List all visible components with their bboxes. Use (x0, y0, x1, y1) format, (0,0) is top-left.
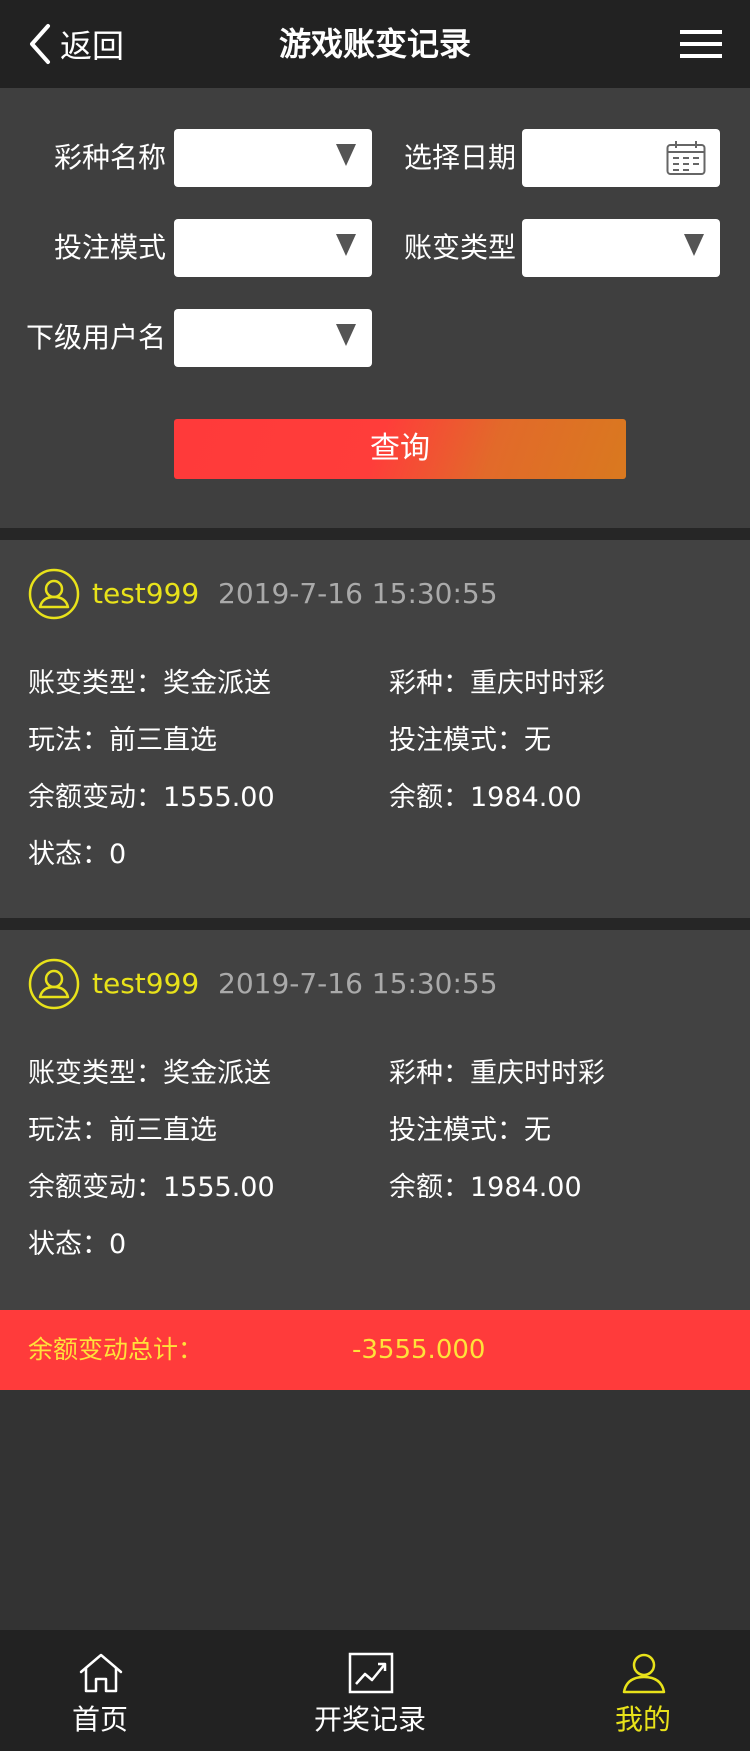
record-card: test999 2019-7-16 15:30:55 账变类型：奖金派送 彩种：… (0, 540, 750, 918)
record-card: test999 2019-7-16 15:30:55 账变类型：奖金派送 彩种：… (0, 930, 750, 1310)
divider (0, 528, 750, 540)
menu-icon[interactable] (680, 28, 722, 60)
tab-mine-label: 我的 (614, 1703, 671, 1736)
lottery-name-label: 彩种名称 (53, 141, 166, 174)
dropdown-arrow-icon (684, 234, 704, 256)
tab-mine[interactable]: 我的 (543, 1630, 743, 1751)
record-status: 状态：0 (28, 1229, 127, 1260)
record-change-type: 账变类型：奖金派送 (28, 668, 271, 699)
tab-home-label: 首页 (71, 1703, 128, 1736)
date-label: 选择日期 (403, 141, 516, 174)
record-bet-mode: 投注模式：无 (389, 725, 551, 756)
bet-mode-label: 投注模式 (53, 231, 166, 264)
page-title: 游戏账变记录 (278, 25, 471, 63)
record-balance-change: 余额变动：1555.00 (28, 782, 275, 813)
calendar-icon (666, 141, 706, 175)
record-play: 玩法：前三直选 (28, 725, 217, 756)
change-type-select[interactable] (522, 219, 720, 277)
record-balance-change: 余额变动：1555.00 (28, 1172, 275, 1203)
filter-panel: 彩种名称 选择日期 投注模式 账变类型 下级用户名 查询 (0, 88, 750, 528)
divider (0, 918, 750, 930)
record-balance: 余额：1984.00 (389, 1172, 582, 1203)
tab-draw-records[interactable]: 开奖记录 (270, 1630, 470, 1751)
record-bet-mode: 投注模式：无 (389, 1115, 551, 1146)
user-avatar-icon (28, 958, 80, 1010)
dropdown-arrow-icon (336, 234, 356, 256)
tab-draw-records-label: 开奖记录 (313, 1703, 426, 1736)
record-time: 2019-7-16 15:30:55 (218, 967, 498, 1000)
dropdown-arrow-icon (336, 144, 356, 166)
lottery-name-select[interactable] (174, 129, 372, 187)
total-bar: 余额变动总计： -3555.000 (0, 1310, 750, 1390)
tab-home[interactable]: 首页 (0, 1630, 200, 1751)
home-icon (79, 1653, 123, 1693)
total-label: 余额变动总计： (28, 1335, 204, 1364)
query-button[interactable]: 查询 (174, 419, 626, 479)
change-type-label: 账变类型 (403, 231, 516, 264)
sub-user-label: 下级用户名 (25, 321, 166, 354)
date-picker[interactable] (522, 129, 720, 187)
record-lottery: 彩种：重庆时时彩 (389, 668, 605, 699)
record-time: 2019-7-16 15:30:55 (218, 577, 498, 610)
sub-user-select[interactable] (174, 309, 372, 367)
record-lottery: 彩种：重庆时时彩 (389, 1058, 605, 1089)
dropdown-arrow-icon (336, 324, 356, 346)
total-value: -3555.000 (352, 1335, 486, 1365)
user-avatar-icon (28, 568, 80, 620)
record-username: test999 (92, 967, 200, 1000)
record-play: 玩法：前三直选 (28, 1115, 217, 1146)
user-icon (622, 1653, 666, 1694)
app-header: 返回 游戏账变记录 (0, 0, 750, 88)
chart-icon (348, 1652, 394, 1694)
record-username: test999 (92, 577, 200, 610)
record-balance: 余额：1984.00 (389, 782, 582, 813)
record-change-type: 账变类型：奖金派送 (28, 1058, 271, 1089)
bottom-tab-bar: 首页 开奖记录 我的 (0, 1630, 750, 1751)
bet-mode-select[interactable] (174, 219, 372, 277)
record-status: 状态：0 (28, 839, 127, 870)
